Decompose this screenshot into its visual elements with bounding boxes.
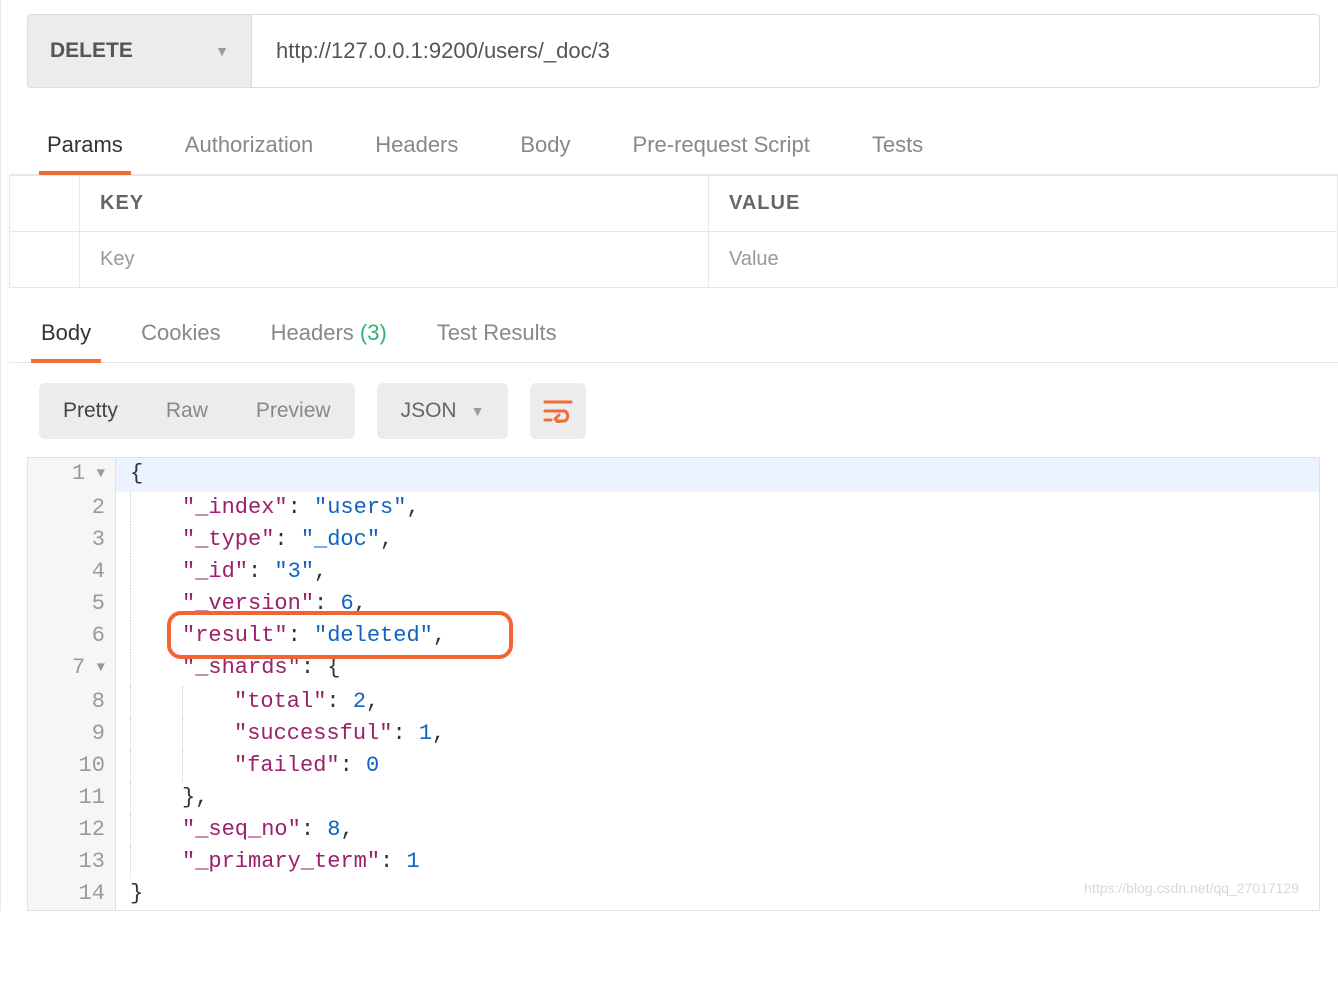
code-content: "_seq_no": 8, <box>116 814 1319 846</box>
line-number: 6 <box>28 620 116 652</box>
line-number: 1 ▼ <box>28 458 116 492</box>
params-table: KEY VALUE <box>9 175 1338 288</box>
code-line: 4"_id": "3", <box>28 556 1319 588</box>
response-body-viewer[interactable]: 1 ▼{2"_index": "users",3"_type": "_doc",… <box>27 457 1320 911</box>
line-number: 7 ▼ <box>28 652 116 686</box>
code-content: "_version": 6, <box>116 588 1319 620</box>
code-content: "_shards": { <box>116 652 1319 686</box>
http-method-select[interactable]: DELETE ▼ <box>27 14 252 88</box>
code-content: }, <box>116 782 1319 814</box>
response-tab-test-results[interactable]: Test Results <box>427 302 567 362</box>
line-number: 14 <box>28 878 116 910</box>
code-line: 3"_type": "_doc", <box>28 524 1319 556</box>
code-line: 8"total": 2, <box>28 686 1319 718</box>
http-method-label: DELETE <box>50 39 133 63</box>
line-number: 13 <box>28 846 116 878</box>
request-tab-params[interactable]: Params <box>39 112 131 174</box>
format-select[interactable]: JSON ▼ <box>377 383 509 439</box>
code-content: "failed": 0 <box>116 750 1319 782</box>
code-content: "_id": "3", <box>116 556 1319 588</box>
code-content: "total": 2, <box>116 686 1319 718</box>
code-line: 1 ▼{ <box>28 458 1319 492</box>
request-bar: DELETE ▼ <box>9 0 1338 102</box>
code-line: 11}, <box>28 782 1319 814</box>
code-line: 7 ▼"_shards": { <box>28 652 1319 686</box>
response-tabs: Body Cookies Headers (3) Test Results <box>9 302 1338 363</box>
line-number: 11 <box>28 782 116 814</box>
view-mode-preview[interactable]: Preview <box>232 383 355 439</box>
params-handle-header <box>10 176 80 232</box>
watermark: https://blog.csdn.net/qq_27017129 <box>1084 872 1299 904</box>
code-content: "successful": 1, <box>116 718 1319 750</box>
fold-toggle-icon[interactable]: ▼ <box>88 660 105 676</box>
line-number: 8 <box>28 686 116 718</box>
code-content: "_index": "users", <box>116 492 1319 524</box>
code-content: { <box>116 458 1319 492</box>
code-line: 2"_index": "users", <box>28 492 1319 524</box>
response-controls: PrettyRawPreview JSON ▼ <box>9 363 1338 449</box>
view-mode-raw[interactable]: Raw <box>142 383 232 439</box>
chevron-down-icon: ▼ <box>215 43 229 59</box>
request-tabs: Params Authorization Headers Body Pre-reques… <box>9 112 1338 175</box>
params-key-header: KEY <box>80 176 709 232</box>
line-number: 2 <box>28 492 116 524</box>
format-label: JSON <box>401 399 457 423</box>
request-tab-tests[interactable]: Tests <box>864 112 931 174</box>
fold-toggle-icon[interactable]: ▼ <box>88 466 105 482</box>
line-number: 5 <box>28 588 116 620</box>
line-number: 9 <box>28 718 116 750</box>
response-tab-cookies[interactable]: Cookies <box>131 302 230 362</box>
request-tab-body[interactable]: Body <box>512 112 578 174</box>
view-mode-group: PrettyRawPreview <box>39 383 355 439</box>
response-tab-body[interactable]: Body <box>31 302 101 362</box>
wrap-lines-button[interactable] <box>530 383 586 439</box>
params-row-handle[interactable] <box>10 232 80 288</box>
params-key-input[interactable] <box>100 248 688 271</box>
response-tab-headers[interactable]: Headers (3) <box>261 302 397 362</box>
code-content: "result": "deleted", <box>116 620 1319 652</box>
view-mode-pretty[interactable]: Pretty <box>39 383 142 439</box>
code-line: 6"result": "deleted", <box>28 620 1319 652</box>
code-line: 9"successful": 1, <box>28 718 1319 750</box>
request-tab-authorization[interactable]: Authorization <box>177 112 321 174</box>
line-number: 12 <box>28 814 116 846</box>
wrap-icon <box>543 399 573 423</box>
code-line: 5"_version": 6, <box>28 588 1319 620</box>
chevron-down-icon: ▼ <box>471 403 485 419</box>
code-line: 10"failed": 0 <box>28 750 1319 782</box>
line-number: 10 <box>28 750 116 782</box>
request-tab-pre-request-script[interactable]: Pre-request Script <box>625 112 818 174</box>
line-number: 4 <box>28 556 116 588</box>
params-row <box>10 232 1338 288</box>
url-input[interactable] <box>252 14 1320 88</box>
params-value-header: VALUE <box>709 176 1338 232</box>
response-tab-count: (3) <box>354 320 387 345</box>
params-value-input[interactable] <box>729 248 1317 271</box>
code-line: 12"_seq_no": 8, <box>28 814 1319 846</box>
code-content: "_type": "_doc", <box>116 524 1319 556</box>
request-tab-headers[interactable]: Headers <box>367 112 466 174</box>
line-number: 3 <box>28 524 116 556</box>
